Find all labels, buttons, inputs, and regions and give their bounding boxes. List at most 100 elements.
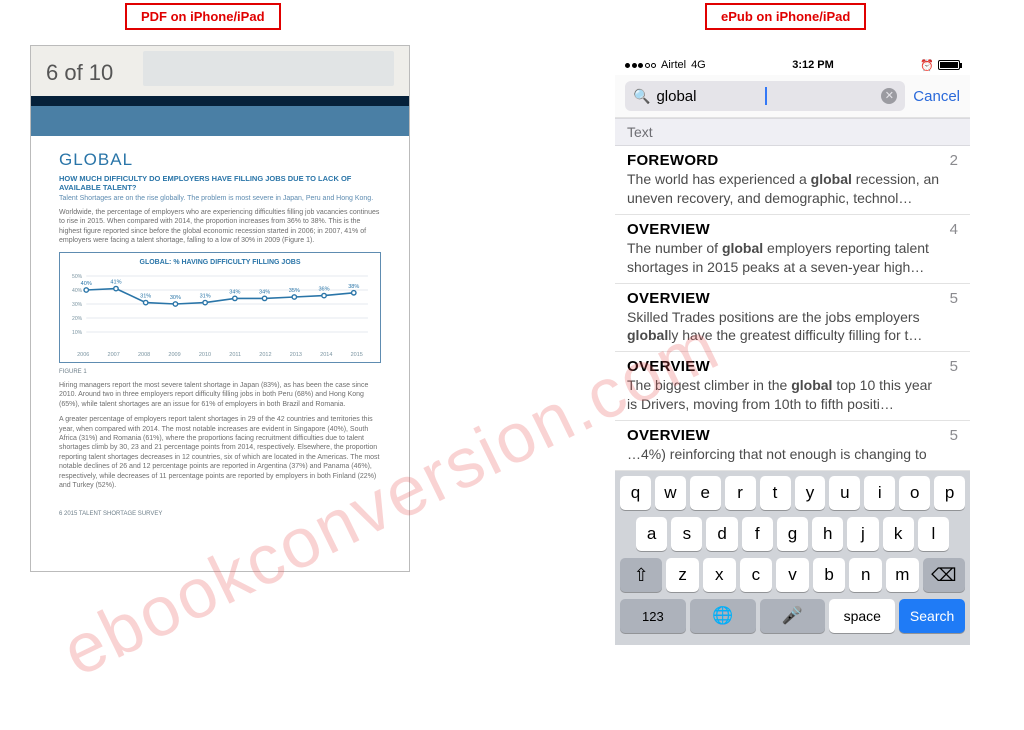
status-bar: Airtel 4G 3:12 PM ⏰ [615,55,970,75]
key-k[interactable]: k [883,517,914,551]
svg-text:30%: 30% [72,302,83,308]
result-snippet: Skilled Trades positions are the jobs em… [627,308,940,346]
svg-text:41%: 41% [110,279,121,285]
key-x[interactable]: x [703,558,736,592]
header-dark-bar [31,96,409,106]
search-result[interactable]: OVERVIEW 5 The biggest climber in the gl… [615,352,970,421]
result-snippet: The world has experienced a global reces… [627,170,940,208]
search-query-text: global [656,88,758,105]
key-h[interactable]: h [812,517,843,551]
header-blue-bar [31,106,409,136]
results-list: FOREWORD 2 The world has experienced a g… [615,146,970,471]
battery-icon [938,60,960,70]
key-o[interactable]: o [899,476,930,510]
result-page: 5 [950,358,958,375]
key-b[interactable]: b [813,558,846,592]
chart-title: GLOBAL: % HAVING DIFFICULTY FILLING JOBS [68,259,372,266]
key-a[interactable]: a [636,517,667,551]
paragraph-2: Hiring managers report the most severe t… [59,381,381,409]
result-snippet: The biggest climber in the global top 10… [627,376,940,414]
key-u[interactable]: u [829,476,860,510]
search-result[interactable]: OVERVIEW 5 Skilled Trades positions are … [615,284,970,353]
figure-label: FIGURE 1 [59,369,381,375]
key-n[interactable]: n [849,558,882,592]
intro-text: Talent Shortages are on the rise globall… [59,195,381,202]
key-l[interactable]: l [918,517,949,551]
key-j[interactable]: j [847,517,878,551]
key-i[interactable]: i [864,476,895,510]
network-label: 4G [691,59,706,71]
search-key[interactable]: Search [899,599,965,633]
alarm-icon: ⏰ [920,59,934,72]
pdf-topbar: 6 of 10 [31,46,409,96]
key-z[interactable]: z [666,558,699,592]
key-p[interactable]: p [934,476,965,510]
result-snippet: …4%) reinforcing that not enough is chan… [627,445,940,464]
shift-key[interactable]: ⇧ [620,558,662,592]
key-t[interactable]: t [760,476,791,510]
text-cursor [765,87,767,105]
search-result[interactable]: OVERVIEW 4 The number of global employer… [615,215,970,284]
pdf-page-body: GLOBAL HOW MUCH DIFFICULTY DO EMPLOYERS … [31,136,409,507]
cancel-button[interactable]: Cancel [913,88,960,105]
key-q[interactable]: q [620,476,651,510]
key-m[interactable]: m [886,558,919,592]
key-c[interactable]: c [740,558,773,592]
key-v[interactable]: v [776,558,809,592]
search-icon: 🔍 [633,88,650,105]
pdf-viewer: 6 of 10 GLOBAL HOW MUCH DIFFICULTY DO EM… [30,45,410,572]
svg-text:35%: 35% [289,288,300,294]
search-input[interactable]: 🔍 global ✕ [625,81,905,111]
header-illustration [143,51,394,86]
clock: 3:12 PM [792,59,834,71]
search-bar: 🔍 global ✕ Cancel [615,75,970,118]
key-f[interactable]: f [742,517,773,551]
result-page: 4 [950,221,958,238]
result-page: 5 [950,427,958,444]
signal-icon [625,63,656,68]
svg-text:30%: 30% [170,295,181,301]
result-page: 2 [950,152,958,169]
key-g[interactable]: g [777,517,808,551]
svg-text:40%: 40% [72,288,83,294]
space-key[interactable]: space [829,599,895,633]
search-result[interactable]: FOREWORD 2 The world has experienced a g… [615,146,970,215]
key-s[interactable]: s [671,517,702,551]
page-subheading: HOW MUCH DIFFICULTY DO EMPLOYERS HAVE FI… [59,174,381,192]
key-r[interactable]: r [725,476,756,510]
carrier-label: Airtel [661,59,686,71]
search-result[interactable]: OVERVIEW 5 …4%) reinforcing that not eno… [615,421,970,471]
svg-text:34%: 34% [259,289,270,295]
mic-key[interactable]: 🎤 [760,599,826,633]
result-snippet: The number of global employers reporting… [627,239,940,277]
key-w[interactable]: w [655,476,686,510]
result-title: FOREWORD [627,152,940,169]
chart-svg: 10%20%30%40%50%40%41%31%30%31%34%34%35%3… [68,270,372,350]
epub-label: ePub on iPhone/iPad [705,3,866,30]
chart-xaxis: 2006200720082009201020112012201320142015 [68,352,372,358]
clear-icon[interactable]: ✕ [881,88,897,104]
result-title: OVERVIEW [627,221,940,238]
svg-text:31%: 31% [140,293,151,299]
pdf-label: PDF on iPhone/iPad [125,3,281,30]
key-y[interactable]: y [795,476,826,510]
paragraph-3: A greater percentage of employers report… [59,415,381,491]
paragraph-1: Worldwide, the percentage of employers w… [59,208,381,246]
key-e[interactable]: e [690,476,721,510]
numbers-key[interactable]: 123 [620,599,686,633]
key-d[interactable]: d [706,517,737,551]
epub-search-screen: Airtel 4G 3:12 PM ⏰ 🔍 global ✕ Cancel Te… [615,55,970,715]
page-counter: 6 of 10 [46,60,113,86]
chart-container: GLOBAL: % HAVING DIFFICULTY FILLING JOBS… [59,252,381,363]
globe-key[interactable]: 🌐 [690,599,756,633]
svg-text:31%: 31% [200,293,211,299]
pdf-footer: 6 2015 TALENT SHORTAGE SURVEY [31,507,409,521]
svg-text:38%: 38% [348,284,359,290]
page-heading: GLOBAL [59,150,381,170]
svg-text:10%: 10% [72,330,83,336]
svg-text:40%: 40% [81,281,92,287]
results-section-header: Text [615,118,970,146]
svg-text:34%: 34% [229,289,240,295]
backspace-key[interactable]: ⌫ [923,558,965,592]
result-page: 5 [950,290,958,307]
